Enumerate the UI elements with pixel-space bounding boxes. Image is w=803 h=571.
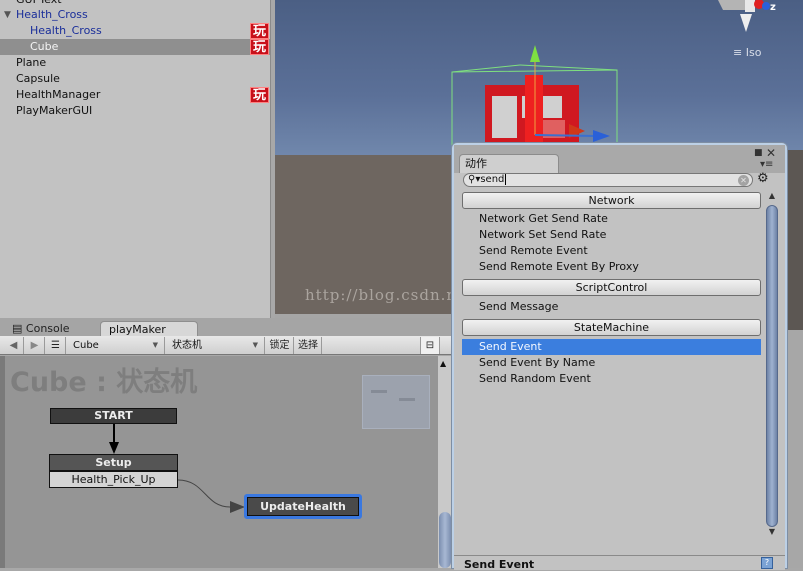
clear-search-icon[interactable]: ✕ [738,175,749,186]
state-start[interactable]: START [50,408,177,424]
back-arrow-icon: ◀ [9,340,18,351]
action-item[interactable]: Send Random Event [462,371,761,387]
chevron-down-icon: ▼ [152,341,158,349]
hierarchy-item-label: HealthManager [16,88,101,101]
scrollbar-thumb[interactable] [439,512,451,568]
hierarchy-item-label: Health_Cross [30,24,102,37]
menu-icon: ☰ [51,340,60,351]
bottom-tab-bar: ▤ Console playMaker [0,318,452,337]
tab-console[interactable]: ▤ Console [4,321,78,337]
state-updatehealth[interactable]: UpdateHealth [247,497,359,516]
action-item[interactable]: Send Message [462,299,761,315]
hamburger-icon: ≡ [733,46,743,59]
hierarchy-item-label: PlayMakerGUI [16,104,93,117]
hierarchy-item-health-cross-child[interactable]: Health_Cross 玩 [0,23,270,39]
fsm-title: Cube : 状态机 [10,367,198,398]
transition-link [177,479,231,508]
hierarchy-item-cube[interactable]: Cube 玩 [0,39,270,55]
hierarchy-item-plane[interactable]: Plane [0,55,270,71]
hierarchy-item-capsule[interactable]: Capsule [0,71,270,87]
expand-triangle-icon[interactable]: ▼ [4,7,11,23]
scroll-up-icon[interactable]: ▲ [765,191,779,203]
graph-vertical-scrollbar[interactable]: ▲ [438,356,452,568]
category-network[interactable]: Network [462,192,761,209]
help-icon[interactable]: ? [761,557,773,569]
actions-vertical-scrollbar[interactable]: ▲ ▼ [765,191,779,539]
fsm-select[interactable]: 状态机 ▼ [166,337,265,354]
hierarchy-item-healthmanager[interactable]: HealthManager 玩 [0,87,270,103]
chevron-down-icon: ▼ [252,341,258,349]
window-menu-icon[interactable]: ▾≡ [760,159,773,170]
lock-button[interactable]: 锁定 [266,337,294,354]
gameobject-select[interactable]: Cube ▼ [67,337,165,354]
select-button[interactable]: 选择 [295,337,322,354]
forward-button[interactable]: ▶ [25,337,45,354]
forward-arrow-icon: ▶ [30,340,39,351]
playmaker-fsm-badge-icon: 玩 [250,23,269,39]
scroll-down-icon[interactable]: ▼ [765,527,779,539]
action-item[interactable]: Send Remote Event By Proxy [462,259,761,275]
scroll-up-icon[interactable]: ▲ [440,359,446,368]
fsm-graph-canvas[interactable]: Cube : 状态机 START Setup Health_Pick_Up Up… [0,356,438,568]
gizmo-axis-label: z [770,2,776,13]
close-icon[interactable]: ✕ [766,146,776,160]
hierarchy-item-health-cross[interactable]: ▼ Health_Cross [0,7,270,23]
playmaker-fsm-badge-icon: 玩 [250,39,269,55]
action-item[interactable]: Send Event By Name [462,355,761,371]
hierarchy-item-playmakergui[interactable]: PlayMakerGUI [0,103,270,119]
hierarchy-item-label: Plane [16,56,47,69]
state-setup-header[interactable]: Setup [49,454,178,471]
category-scriptcontrol[interactable]: ScriptControl [462,279,761,296]
back-button[interactable]: ◀ [4,337,24,354]
tab-playmaker[interactable]: playMaker [100,321,198,337]
console-icon: ▤ [12,322,23,335]
settings-gear-icon[interactable]: ⚙ [757,171,769,186]
minimap-toggle-button[interactable]: ⊟ [420,337,440,354]
transition-health-pick-up[interactable]: Health_Pick_Up [49,471,178,488]
minimap-icon: ⊟ [425,340,435,351]
action-item[interactable]: Network Get Send Rate [462,211,761,227]
hierarchy-item-label: Cube [30,40,59,53]
action-item-selected[interactable]: Send Event [462,339,761,355]
action-preview-title: Send Event [464,558,535,571]
hierarchy-item-label: Capsule [16,72,60,85]
orientation-gizmo-icon[interactable] [718,0,770,32]
projection-toggle[interactable]: ≡ Iso [733,46,761,59]
playmaker-fsm-badge-icon: 玩 [250,87,269,103]
category-statemachine[interactable]: StateMachine [462,319,761,336]
graph-minimap[interactable] [362,375,430,429]
action-item[interactable]: Send Remote Event [462,243,761,259]
search-icon: ⚲▾ [468,174,481,185]
inspector-edge [787,150,803,568]
playmaker-toolbar: ◀ ▶ ☰ Cube ▼ 状态机 ▼ 锁定 选择 ⊟ [0,336,452,355]
action-search-input[interactable]: ⚲▾send ✕ [463,173,753,187]
scrollbar-thumb[interactable] [766,205,778,527]
actions-window: 动作 ■ ✕ ▾≡ ⚲▾send ✕ ⚙ Network Network Get… [452,143,787,571]
tab-actions[interactable]: 动作 [459,154,559,173]
hierarchy-item-label: Health_Cross [16,8,88,21]
action-item[interactable]: Network Set Send Rate [462,227,761,243]
maximize-icon[interactable]: ■ [754,148,763,158]
hierarchy-panel: GUI Text ▼Health_Cross Health_Cross玩 Cub… [0,0,271,318]
menu-button[interactable]: ☰ [46,337,66,354]
